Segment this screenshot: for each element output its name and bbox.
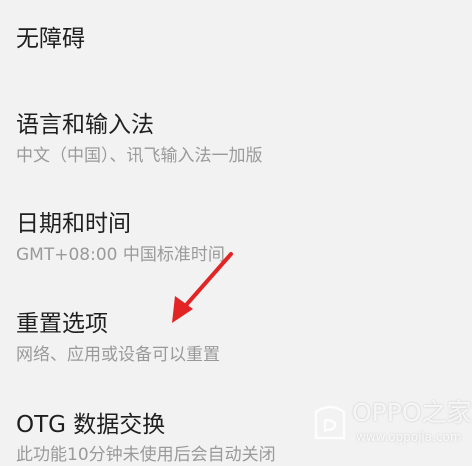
settings-item-subtitle: 网络、应用或设备可以重置: [16, 345, 220, 365]
settings-item-date-time[interactable]: 日期和时间 GMT+08:00 中国标准时间: [0, 198, 472, 284]
settings-item-title: 日期和时间: [16, 211, 131, 237]
settings-item-subtitle: 中文（中国）、讯飞输入法一加版: [16, 146, 263, 166]
settings-item-title: 语言和输入法: [16, 112, 154, 138]
settings-item-title: OTG 数据交换: [16, 412, 166, 438]
watermark-url: www.oppojia.com: [356, 430, 462, 444]
settings-item-reset-options[interactable]: 重置选项 网络、应用或设备可以重置: [0, 298, 472, 384]
oppojia-logo-icon: [314, 405, 346, 440]
settings-item-title: 重置选项: [16, 311, 108, 337]
settings-item-subtitle: 此功能10分钟未使用后会自动关闭: [16, 445, 276, 465]
settings-item-title: 无障碍: [16, 26, 85, 52]
watermark-brand: OPPO之家: [352, 398, 472, 427]
watermark: OPPO之家 www.oppojia.com: [312, 396, 472, 454]
settings-item-subtitle: GMT+08:00 中国标准时间: [16, 245, 225, 265]
settings-item-language-input[interactable]: 语言和输入法 中文（中国）、讯飞输入法一加版: [0, 98, 472, 184]
settings-item-accessibility[interactable]: 无障碍: [0, 0, 472, 80]
